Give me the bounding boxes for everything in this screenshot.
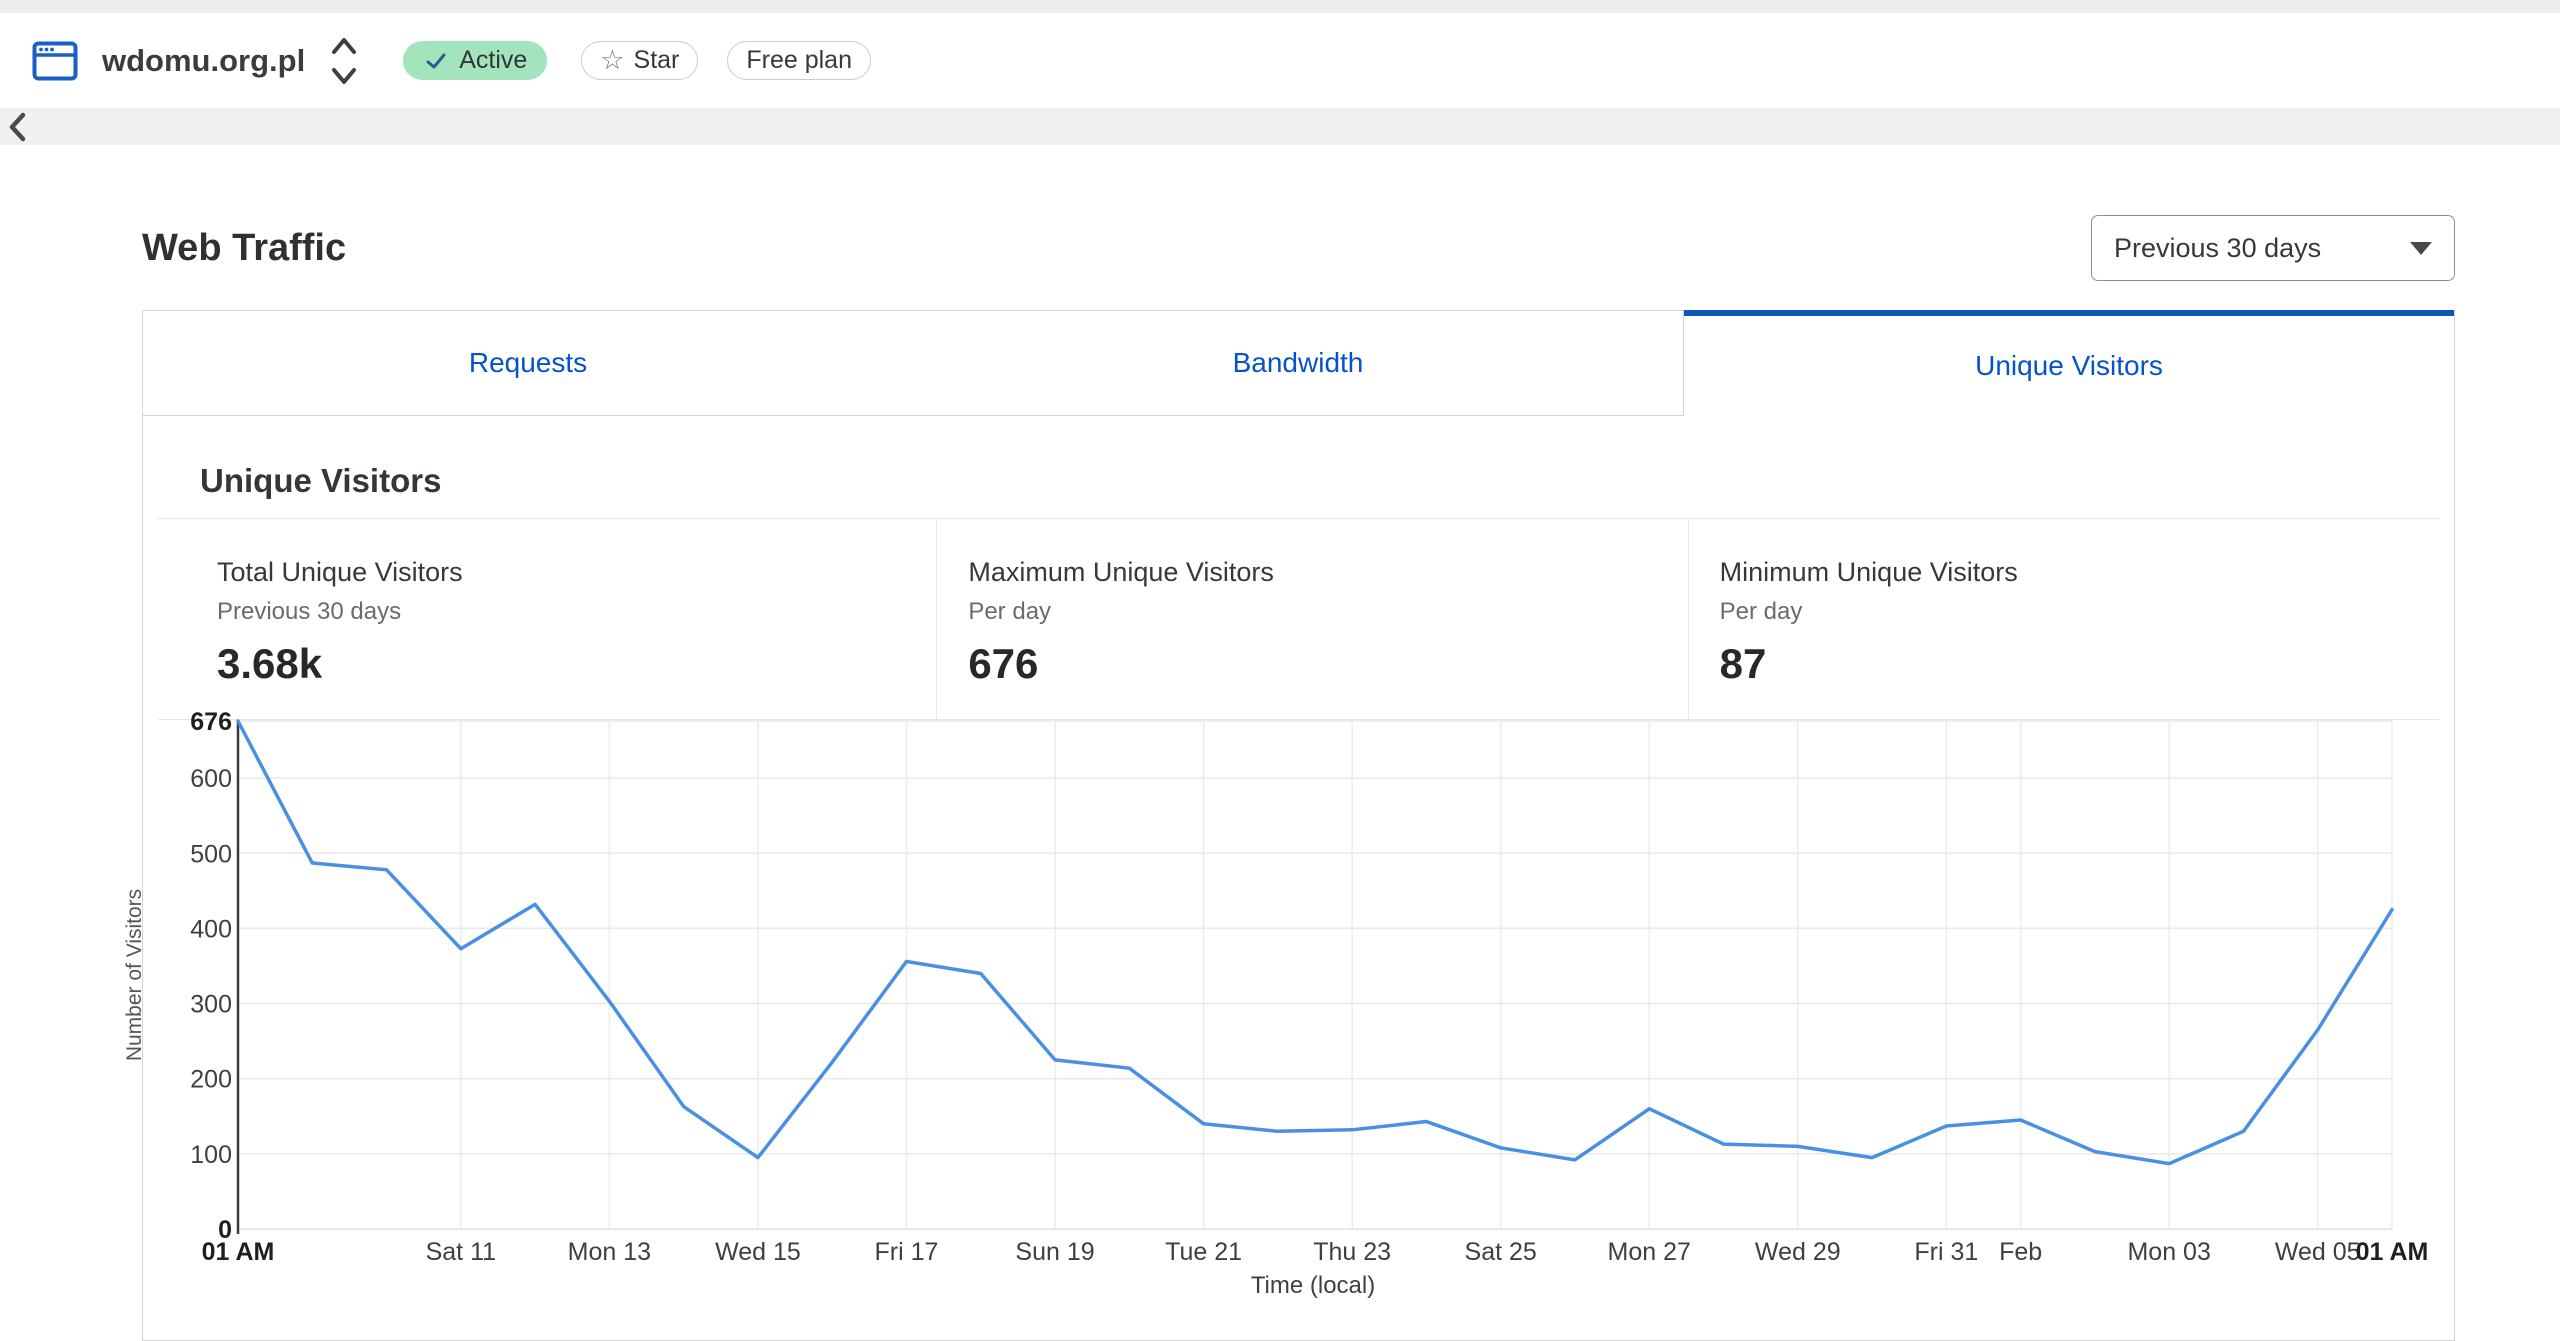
stat-value: 87 (1719, 640, 1767, 687)
svg-text:100: 100 (190, 1141, 232, 1169)
traffic-tabs: Requests Bandwidth Unique Visitors (143, 310, 2454, 416)
tab-bandwidth[interactable]: Bandwidth (913, 310, 1684, 416)
stat-label: Minimum Unique Visitors (1719, 557, 2018, 587)
stat-sublabel: Previous 30 days (217, 598, 402, 625)
svg-text:Tue 21: Tue 21 (1165, 1238, 1242, 1266)
svg-text:Sun 19: Sun 19 (1015, 1238, 1094, 1266)
top-strip (0, 0, 2560, 13)
line-chart-svg[interactable]: 010020030040050060067601 AM Sat 11 Mon 13 W… (123, 708, 2454, 1324)
svg-text:Wed 15: Wed 15 (715, 1238, 801, 1266)
svg-text:Mon 03: Mon 03 (2127, 1238, 2210, 1266)
panel-heading: Unique Visitors (200, 462, 442, 499)
web-traffic-section: Web Traffic Previous 30 days Requests Ba… (123, 215, 2455, 1341)
svg-text:Fri 17: Fri 17 (875, 1238, 939, 1266)
svg-text:01 AM: 01 AM (2356, 1238, 2429, 1266)
collapse-nav-bar[interactable] (0, 108, 2560, 145)
star-icon: ☆ (600, 45, 625, 75)
stat-maximum-unique-visitors: Maximum Unique Visitors Per day 676 (936, 519, 1687, 719)
svg-text:600: 600 (190, 765, 232, 793)
plan-badge[interactable]: Free plan (727, 41, 871, 80)
browser-window-icon (32, 41, 78, 80)
status-badge-label: Active (459, 46, 528, 74)
unique-visitors-line-chart[interactable]: 0 100 200 300 400 500 600 676 01 AM Sat 11 Mon 13 W… (123, 708, 2454, 1324)
stat-label: Maximum Unique Visitors (968, 557, 1274, 587)
svg-text:Fri 31: Fri 31 (1914, 1238, 1978, 1266)
star-button-label: Star (633, 46, 680, 74)
svg-text:500: 500 (190, 840, 232, 868)
check-icon (426, 53, 446, 68)
svg-text:Mon 13: Mon 13 (568, 1238, 651, 1266)
svg-text:Number of Visitors: Number of Visitors (123, 889, 146, 1061)
stat-total-unique-visitors: Total Unique Visitors Previous 30 days 3… (158, 519, 936, 719)
svg-text:Feb: Feb (1999, 1238, 2042, 1266)
svg-text:01 AM: 01 AM (202, 1238, 275, 1266)
svg-text:Sat 25: Sat 25 (1465, 1238, 1537, 1266)
stat-sublabel: Per day (968, 598, 1052, 625)
page-title: Web Traffic (142, 226, 347, 269)
svg-text:Wed 05: Wed 05 (2275, 1238, 2361, 1266)
stat-value: 676 (968, 640, 1039, 687)
time-range-dropdown[interactable]: Previous 30 days (2091, 215, 2455, 281)
stats-row: Total Unique Visitors Previous 30 days 3… (158, 518, 2439, 720)
stat-label: Total Unique Visitors (217, 557, 463, 587)
stat-minimum-unique-visitors: Minimum Unique Visitors Per day 87 (1687, 519, 2439, 719)
chevron-left-icon[interactable] (8, 112, 28, 142)
svg-text:400: 400 (190, 915, 232, 943)
stat-sublabel: Per day (1719, 598, 1803, 625)
traffic-panel: Requests Bandwidth Unique Visitors Uniqu… (123, 310, 2455, 1341)
stat-value: 3.68k (217, 640, 323, 687)
site-header: wdomu.org.pl Active ☆ Star Free plan (0, 13, 2560, 108)
plan-badge-label: Free plan (746, 46, 852, 74)
up-down-chevrons-icon[interactable] (331, 35, 357, 87)
svg-text:676: 676 (190, 708, 232, 736)
svg-text:Sat 11: Sat 11 (426, 1238, 496, 1266)
svg-text:Mon 27: Mon 27 (1608, 1238, 1691, 1266)
star-button[interactable]: ☆ Star (581, 41, 699, 80)
site-name: wdomu.org.pl (102, 42, 306, 78)
svg-text:Thu 23: Thu 23 (1313, 1238, 1391, 1266)
tab-requests[interactable]: Requests (143, 310, 913, 416)
time-range-value: Previous 30 days (2114, 232, 2322, 263)
svg-text:300: 300 (190, 991, 232, 1019)
status-badge: Active (403, 41, 548, 80)
tab-unique-visitors[interactable]: Unique Visitors (1684, 310, 2454, 416)
svg-text:200: 200 (190, 1066, 232, 1094)
svg-text:Wed 29: Wed 29 (1755, 1238, 1841, 1266)
svg-text:Time (local): Time (local) (1251, 1272, 1375, 1299)
caret-down-icon (2410, 241, 2432, 255)
